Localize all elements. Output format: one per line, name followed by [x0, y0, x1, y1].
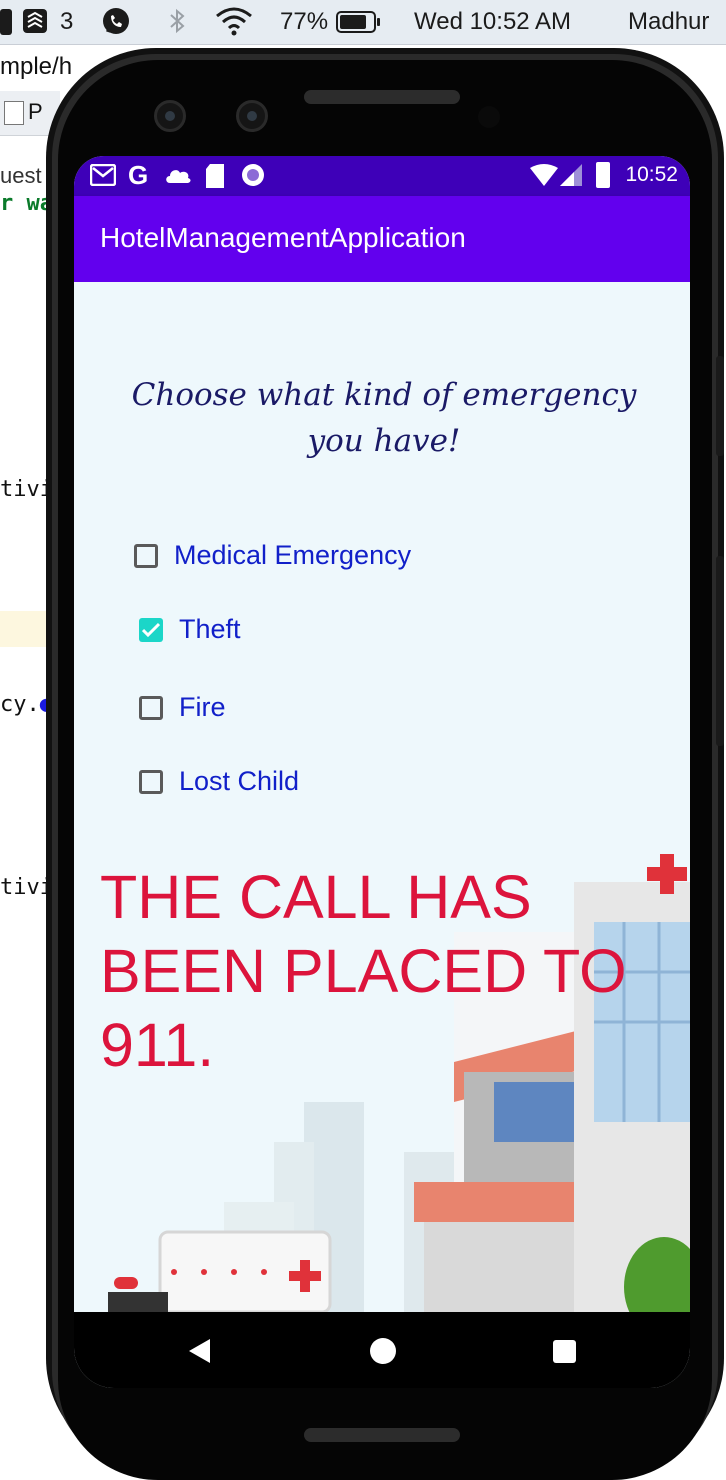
- battery-icon[interactable]: [336, 10, 382, 34]
- battery-icon: [596, 162, 610, 188]
- battery-percent: 77%: [280, 8, 329, 35]
- checkbox-label[interactable]: Lost Child: [179, 766, 299, 797]
- record-icon: [242, 164, 264, 186]
- badge-count: 3: [60, 8, 74, 35]
- checkbox-fire[interactable]: Fire: [139, 690, 339, 730]
- emergency-prompt: Choose what kind of emergency you have!: [131, 377, 637, 459]
- checkbox-lost-child[interactable]: Lost Child: [139, 764, 389, 804]
- viber-icon[interactable]: [100, 6, 132, 38]
- volume-button[interactable]: [716, 356, 724, 456]
- proximity-sensor: [478, 106, 500, 128]
- android-status-bar: G 10:52: [74, 156, 690, 196]
- checkmark-icon: [142, 622, 160, 638]
- google-icon: G: [128, 160, 149, 190]
- recents-square-icon[interactable]: [553, 1340, 576, 1363]
- menubar-clock[interactable]: Wed 10:52 AM: [414, 8, 571, 36]
- ide-label: uest: [0, 163, 42, 188]
- cloud-icon: [164, 166, 192, 189]
- checkbox-box[interactable]: [134, 544, 158, 568]
- power-button[interactable]: [716, 556, 724, 746]
- bluetooth-icon[interactable]: [164, 8, 190, 34]
- checkbox-theft[interactable]: Theft: [139, 612, 339, 652]
- mac-menu-bar: 3 77% Wed 10:52 AM Madhur: [0, 0, 726, 45]
- status-time: 10:52: [625, 163, 678, 186]
- checkbox-box[interactable]: [139, 770, 163, 794]
- ide-path: mple/h: [0, 53, 73, 80]
- layers-icon[interactable]: [22, 8, 48, 34]
- app-title: HotelManagementApplication: [100, 222, 466, 253]
- menubar-user[interactable]: Madhur: [628, 8, 709, 36]
- checkbox-box[interactable]: [139, 696, 163, 720]
- cell-signal-icon: [560, 164, 582, 191]
- android-nav-bar: [74, 1312, 690, 1388]
- checkbox-label[interactable]: Medical Emergency: [174, 540, 411, 571]
- wifi-icon[interactable]: [214, 6, 254, 36]
- checkbox-label[interactable]: Fire: [179, 692, 226, 723]
- phone-screen: G 10:52 HotelManagementApplication Choos…: [74, 156, 690, 1388]
- call-placed-message: THE CALL HAS BEEN PLACED TO 911.: [100, 863, 627, 1079]
- sd-card-icon: [206, 164, 224, 193]
- earpiece-speaker: [304, 90, 460, 104]
- gmail-icon: [89, 163, 117, 191]
- content-area: Choose what kind of emergency you have! …: [74, 282, 690, 1312]
- checkbox-label[interactable]: Theft: [179, 614, 241, 645]
- front-camera-icon: [154, 100, 186, 132]
- bottom-speaker: [304, 1428, 460, 1442]
- app-bar: HotelManagementApplication: [74, 196, 690, 282]
- checkbox-box-checked[interactable]: [139, 618, 163, 642]
- wifi-signal-icon: [530, 164, 558, 191]
- front-sensor-icon: [236, 100, 268, 132]
- app-icon[interactable]: [0, 9, 12, 35]
- home-circle-icon[interactable]: [370, 1338, 396, 1364]
- back-triangle-icon[interactable]: [188, 1338, 212, 1369]
- file-icon: [4, 101, 24, 125]
- checkbox-medical-emergency[interactable]: Medical Emergency: [134, 538, 464, 578]
